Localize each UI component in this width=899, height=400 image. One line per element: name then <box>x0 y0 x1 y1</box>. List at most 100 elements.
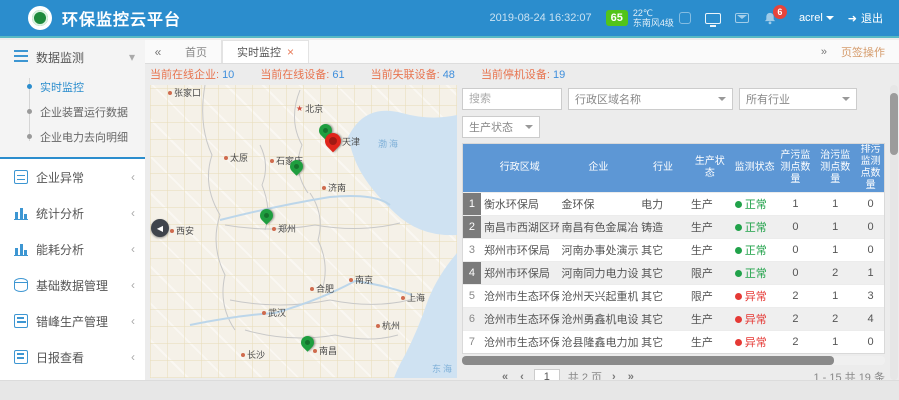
sidebar-item[interactable]: 数据监测▾ <box>0 40 145 74</box>
app-title: 环保监控云平台 <box>62 6 181 30</box>
treat-points-cell: 1 <box>813 216 857 238</box>
sidebar-subitem[interactable]: 企业装置运行数据 <box>26 99 145 124</box>
column-header: 行业 <box>638 144 688 192</box>
tabs-collapse-button[interactable]: « <box>145 40 171 63</box>
sidebar-group: 统计分析‹ <box>0 195 145 231</box>
sidebar-group: 错峰生产管理 ‹ <box>0 303 145 339</box>
sidebar-item-label: 错峰生产管理 <box>36 313 123 330</box>
chart-icon <box>14 206 28 220</box>
chevron-down-icon <box>718 97 726 105</box>
stats-bar: 当前在线企业:10当前在线设备:61当前失联设备:48当前停机设备:19 <box>150 64 890 84</box>
column-header: 治污监测点数量 <box>813 144 857 192</box>
sidebar-item[interactable]: 能耗分析‹ <box>0 231 145 267</box>
region-cell: 衡水环保局 <box>481 193 559 215</box>
industry-cell: 其它 <box>638 308 688 330</box>
tab-实时监控[interactable]: 实时监控× <box>222 40 309 63</box>
city-dot-icon <box>241 353 245 357</box>
monitor-status-cell: 正常 <box>732 239 778 261</box>
region-cell: 沧州市生态环保 <box>481 285 559 307</box>
close-icon[interactable]: × <box>287 45 294 59</box>
region-cell: 郑州市环保局 <box>481 262 559 284</box>
tab-bar: « 首页实时监控× » 页签操作 <box>145 40 899 64</box>
table-row[interactable]: 1衡水环保局金环保电力生产正常110 <box>463 192 884 215</box>
monitor-icon[interactable] <box>705 13 721 24</box>
wind-label: 东南风4级 <box>633 18 674 28</box>
table-row[interactable]: 4郑州市环保局河南同力电力设其它限产正常021 <box>463 261 884 284</box>
stat-label: 当前停机设备: <box>481 69 550 81</box>
sidebar-subitem-label: 企业电力去向明细 <box>40 129 128 145</box>
doc-icon <box>14 170 28 184</box>
sidebar-item[interactable]: 错峰生产管理 ‹ <box>0 303 145 339</box>
search-input[interactable] <box>462 88 562 110</box>
company-cell: 金环保 <box>559 193 639 215</box>
scrollbar-thumb[interactable] <box>462 356 834 365</box>
region-select[interactable]: 行政区域名称 <box>568 88 733 110</box>
monitor-status-cell: 异常 <box>732 331 778 353</box>
sidebar-item-label: 能耗分析 <box>36 241 123 258</box>
stat-value: 19 <box>553 69 565 81</box>
map-canvas[interactable]: 渤海东海张家口★北京天津太原石家庄济南西安郑州合肥南京上海武汉杭州长沙南昌 ◀ <box>150 85 457 378</box>
logout-button[interactable]: ➜ 退出 <box>848 10 883 26</box>
production-status-cell: 限产 <box>688 262 732 284</box>
industry-cell: 电力 <box>638 193 688 215</box>
table-row[interactable]: 6沧州市生态环保沧州勇鑫机电设其它生产异常224 <box>463 307 884 330</box>
city-dot-icon <box>310 287 314 291</box>
table-row[interactable]: 5沧州市生态环保沧州天兴起重机其它限产异常213 <box>463 284 884 307</box>
city-label: 郑州 <box>272 222 296 235</box>
industry-cell: 其它 <box>638 331 688 353</box>
chevron-down-icon <box>842 97 850 105</box>
table-horizontal-scrollbar[interactable] <box>462 356 885 365</box>
sidebar-item[interactable]: 统计分析‹ <box>0 195 145 231</box>
tab-operations-button[interactable]: 页签操作 <box>841 44 885 60</box>
produce-points-cell: 0 <box>777 262 813 284</box>
treat-points-cell: 2 <box>813 308 857 330</box>
chevron-left-icon: ‹ <box>131 314 135 328</box>
sidebar-subitem-label: 实时监控 <box>40 79 84 95</box>
table-row[interactable]: 3郑州市环保局河南办事处演示其它生产正常010 <box>463 238 884 261</box>
scrollbar-thumb[interactable] <box>890 93 898 155</box>
company-cell: 河南同力电力设 <box>559 262 639 284</box>
city-label: 南京 <box>349 273 373 286</box>
user-menu[interactable]: acrel <box>799 12 834 24</box>
notification-count-badge: 6 <box>773 5 787 19</box>
message-icon[interactable] <box>735 13 749 23</box>
monitor-status-cell: 正常 <box>732 262 778 284</box>
sidebar-item[interactable]: 基础数据管理‹ <box>0 267 145 303</box>
chart-icon <box>14 242 28 256</box>
region-cell: 郑州市环保局 <box>481 239 559 261</box>
weather-refresh-icon[interactable] <box>679 12 691 24</box>
sidebar-item-label: 基础数据管理 <box>36 277 123 294</box>
monitor-status-cell: 正常 <box>732 216 778 238</box>
sidebar-item-label: 统计分析 <box>36 205 123 222</box>
table-row[interactable]: 2南昌市西湖区环南昌有色金属冶铸造生产正常010 <box>463 215 884 238</box>
region-cell: 南昌市西湖区环 <box>481 216 559 238</box>
sidebar-item[interactable]: 企业异常‹ <box>0 159 145 195</box>
production-status-cell: 生产 <box>688 216 732 238</box>
sidebar-subitem[interactable]: 企业电力去向明细 <box>26 124 145 149</box>
industry-select[interactable]: 所有行业 <box>739 88 857 110</box>
sidebar-subitem[interactable]: 实时监控 <box>26 74 145 99</box>
sidebar-group: 基础数据管理‹ <box>0 267 145 303</box>
production-status-cell: 生产 <box>688 331 732 353</box>
city-label: 太原 <box>224 151 248 164</box>
map-collapse-button[interactable]: ◀ <box>151 219 169 237</box>
page-vertical-scrollbar[interactable] <box>890 85 898 380</box>
produce-points-cell: 2 <box>777 285 813 307</box>
city-dot-icon <box>376 324 380 328</box>
table-row[interactable]: 7沧州市生态环保沧县隆鑫电力加其它生产异常210 <box>463 330 884 353</box>
city-dot-icon <box>349 278 353 282</box>
notifications-button[interactable]: 6 <box>763 11 777 26</box>
db-icon <box>14 278 28 292</box>
sidebar-item[interactable]: 日报查看‹ <box>0 339 145 375</box>
sidebar-group: 能耗分析‹ <box>0 231 145 267</box>
table-header-row: 行政区域企业行业生产状态监测状态产污监测点数量治污监测点数量排污监测点数量 <box>463 144 884 192</box>
city-label: 武汉 <box>262 306 286 319</box>
city-dot-icon <box>401 296 405 300</box>
city-label: ★北京 <box>296 102 323 115</box>
tab-首页[interactable]: 首页 <box>171 40 222 63</box>
tabs-overflow-button[interactable]: » <box>821 46 827 58</box>
production-status-select[interactable]: 生产状态 <box>462 116 540 138</box>
produce-points-cell: 0 <box>777 239 813 261</box>
emission-points-cell: 0 <box>857 331 884 353</box>
status-dot-icon <box>735 316 742 323</box>
